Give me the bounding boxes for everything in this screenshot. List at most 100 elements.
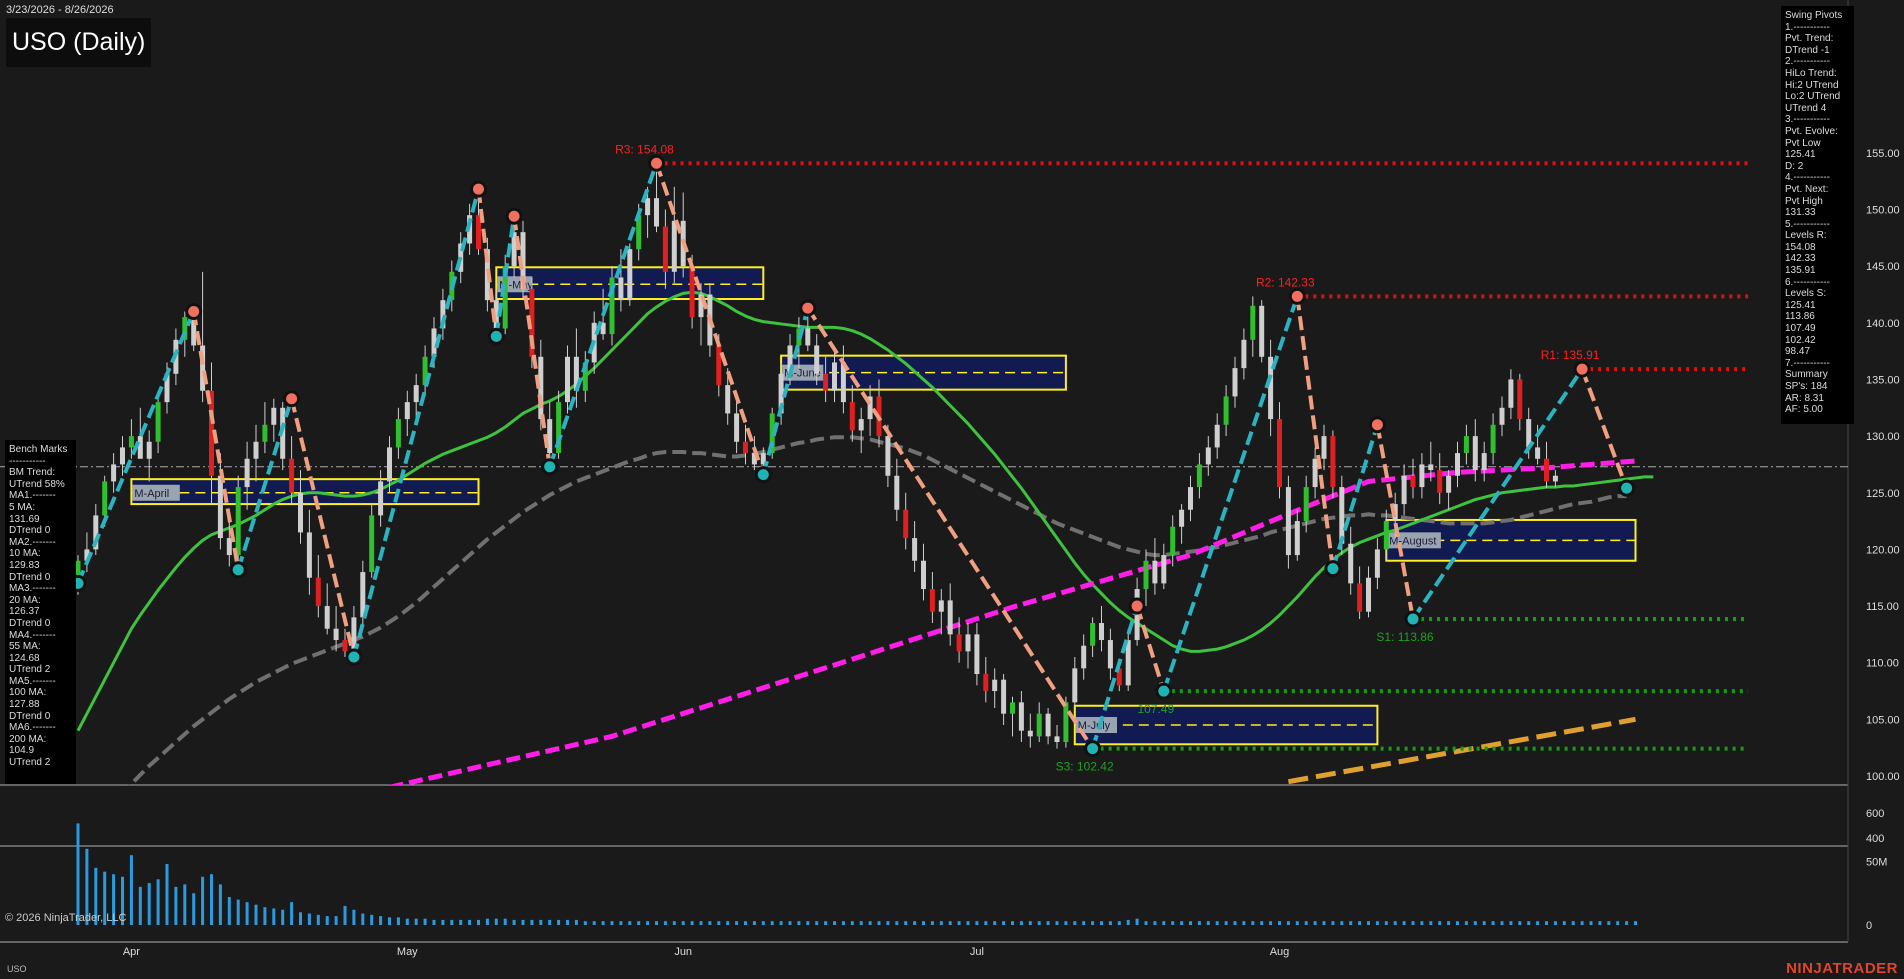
candle-body (1063, 702, 1069, 743)
volume-bar (833, 921, 836, 925)
candle-body (929, 589, 935, 612)
volume-bar (957, 921, 961, 925)
x-tick-label: Jul (970, 946, 984, 958)
volume-bar (930, 921, 934, 925)
swing-panel-line: 113.86 (1785, 311, 1815, 323)
swing-high-marker (1573, 360, 1591, 378)
swing-high-marker (1128, 597, 1146, 615)
swing-high-marker (1368, 416, 1386, 434)
candle-body (1517, 379, 1523, 420)
swing-panel-line: Lo:2 UTrend (1785, 91, 1841, 103)
candle-body (1107, 640, 1113, 669)
volume-bar (352, 909, 356, 925)
swing-panel-line: Pvt Low (1785, 137, 1821, 149)
candle-body (938, 600, 944, 612)
candle-body (1018, 702, 1024, 731)
candle-body (1330, 436, 1336, 488)
swing-down-line (512, 216, 552, 467)
y-tick-label: 110.00 (1866, 658, 1899, 670)
swing-panel-line: 131.33 (1785, 207, 1816, 219)
x-tick-label: May (397, 946, 418, 958)
volume-bar (1456, 921, 1459, 925)
bench-panel-line: 126.37 (9, 606, 40, 618)
volume-bar (601, 921, 605, 925)
volume-bar (1562, 921, 1566, 925)
volume-bar (1260, 921, 1264, 925)
candle-body (1232, 368, 1238, 397)
candle-body (1374, 549, 1380, 578)
volume-bar (334, 916, 338, 925)
y-tick-label: 125.00 (1866, 488, 1900, 500)
volume-bar (1224, 921, 1228, 925)
volume-bar (1162, 921, 1166, 925)
volume-bar (1304, 921, 1308, 925)
candle-body (912, 538, 918, 561)
volume-bar (761, 921, 765, 925)
volume-bar (1189, 921, 1192, 925)
volume-bar (1402, 921, 1406, 925)
volume-bar (183, 884, 187, 925)
volume-bar (1028, 921, 1032, 925)
candle-body (1143, 560, 1149, 590)
chart-title: USO (Daily) (6, 18, 152, 67)
bench-panel-line: 129.83 (9, 559, 40, 571)
volume-bar (370, 914, 374, 925)
volume-bar (1518, 921, 1522, 925)
candle-body (387, 447, 392, 482)
volume-bar (637, 921, 641, 925)
volume-bar (886, 921, 890, 925)
swing-panel-line: Swing Pivots (1785, 10, 1843, 21)
candle-body (1223, 396, 1229, 425)
volume-bar (1322, 921, 1326, 925)
volume-bar (752, 921, 756, 925)
swing-panel-line: 6.----------- (1785, 276, 1830, 288)
candle-body (947, 600, 953, 635)
bench-panel-line: 127.88 (9, 699, 40, 711)
y-tick-label: 105.00 (1866, 714, 1900, 726)
volume-bar (788, 921, 792, 925)
volume-bar (1082, 921, 1086, 925)
price-chart[interactable]: 100.00 105.00 110.00 115.00 120.00 125.00 130.… (0, 0, 1904, 979)
volume-bar (1536, 921, 1540, 925)
candle-body (1339, 487, 1345, 544)
bench-panel-line: 10 MA: (9, 548, 41, 560)
volume-bar (1313, 921, 1317, 925)
candle-body (271, 407, 277, 425)
resistance-label: R2: 142.33 (1256, 275, 1315, 289)
support-label: S3: 102.42 (1056, 760, 1114, 774)
volume-bar (388, 917, 391, 925)
volume-bar (1607, 921, 1611, 925)
volume-bar (1491, 921, 1495, 925)
swing-panel-line: D: 2 (1785, 160, 1804, 172)
candle-body (1205, 447, 1211, 465)
support-label: 107.49 (1137, 702, 1174, 716)
swing-panel-line: UTrend 4 (1785, 102, 1827, 114)
x-tick-label: Jun (674, 946, 692, 958)
bench-panel-line: 131.69 (9, 513, 40, 525)
candle-body (565, 356, 570, 403)
bench-panel-line: DTrend 0 (9, 525, 51, 537)
volume-bar (1073, 921, 1077, 925)
y-tick-label: 115.00 (1866, 601, 1899, 613)
volume-bar (744, 921, 747, 925)
candle-body (716, 345, 722, 386)
volume-bar (290, 902, 294, 925)
bench-panel-line: 20 MA: (9, 594, 41, 606)
volume-bar (850, 921, 854, 925)
volume-bar (1527, 921, 1531, 925)
volume-bar (512, 919, 516, 925)
bench-panel-line: MA1.------- (9, 490, 56, 502)
volume-bar (1464, 921, 1468, 925)
volume-bar (459, 919, 463, 925)
candle-body (618, 277, 624, 301)
bench-panel-line: 124.68 (9, 652, 40, 664)
volume-bar (343, 905, 347, 925)
swing-panel-line: 154.08 (1785, 241, 1816, 253)
volume-bar (1500, 921, 1504, 925)
volume-bar (1171, 921, 1175, 925)
volume-bar (548, 919, 552, 925)
volume-bar (841, 921, 845, 925)
footer-symbol: USO (7, 964, 27, 974)
swing-low-marker (1404, 610, 1422, 628)
bench-panel-line: MA4.------- (9, 629, 56, 641)
